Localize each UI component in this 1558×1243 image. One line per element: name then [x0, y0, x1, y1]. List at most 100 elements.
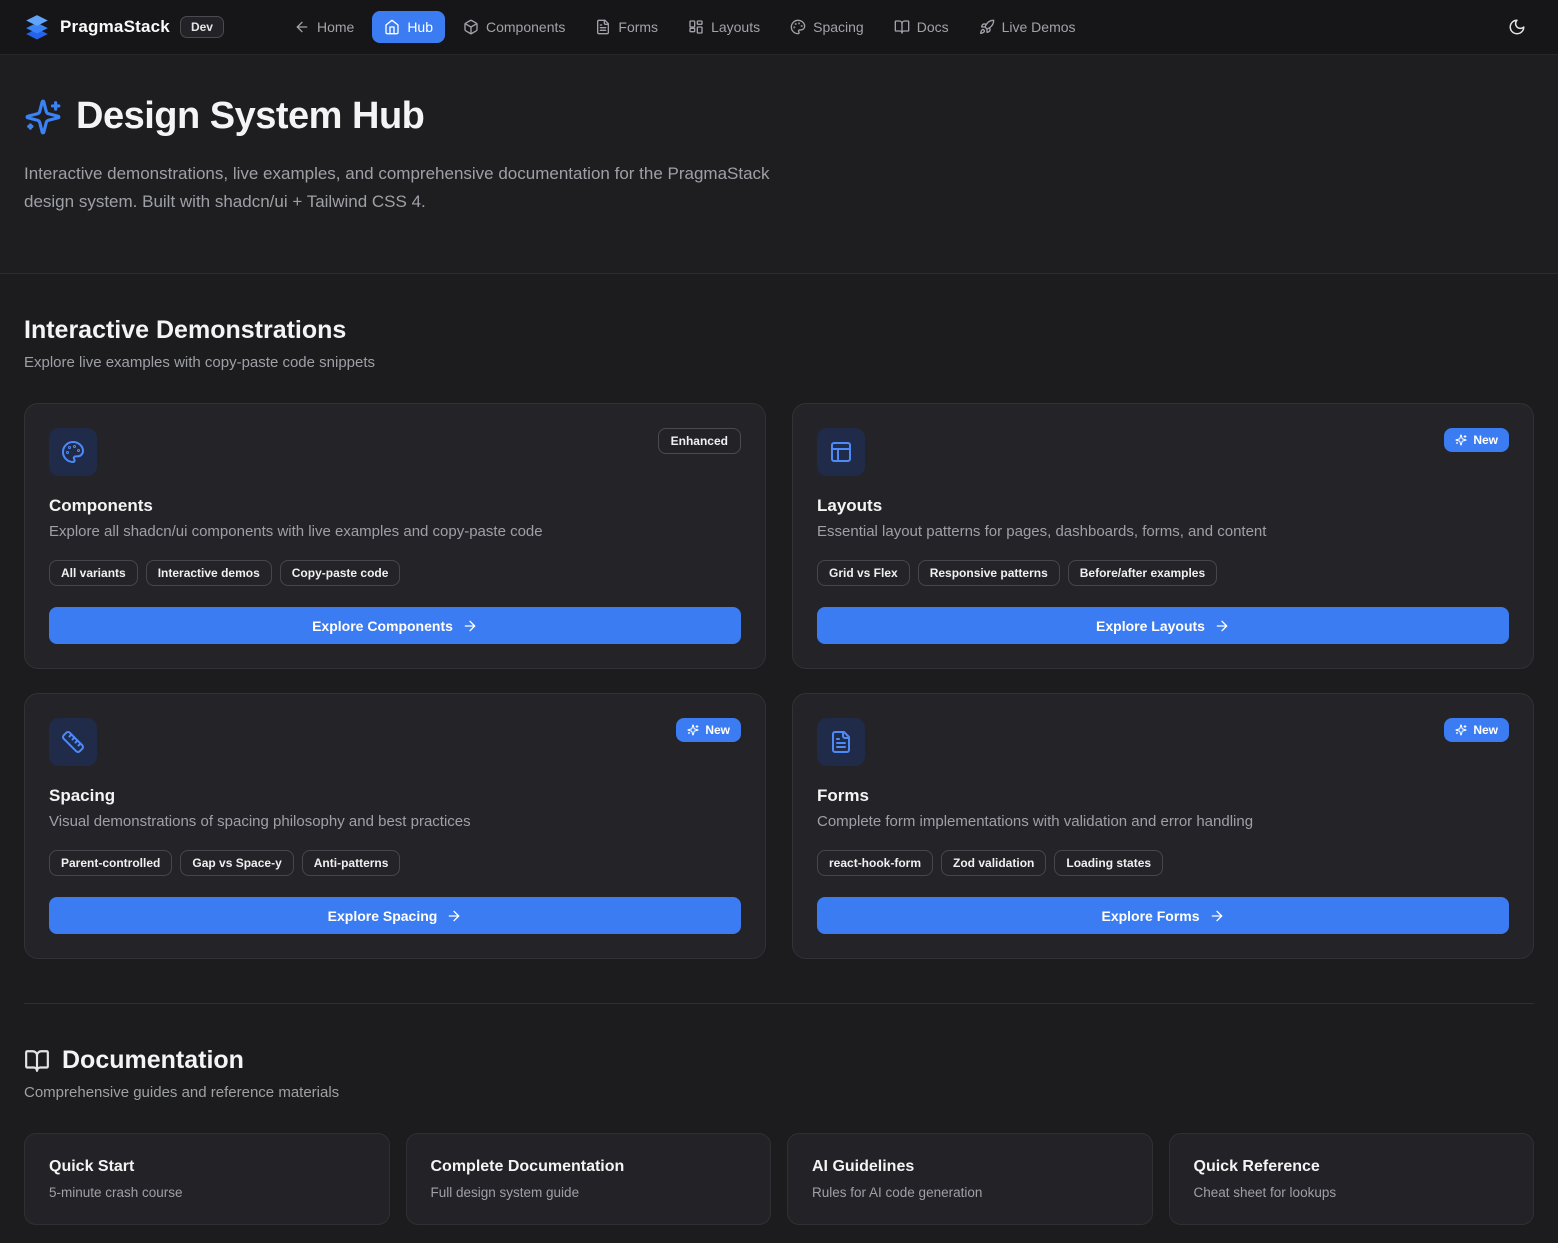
badge-label: New — [1473, 433, 1498, 447]
demo-card-components: Enhanced Components Explore all shadcn/u… — [24, 403, 766, 669]
tag-badge: Loading states — [1054, 850, 1163, 876]
arrow-right-icon — [1214, 618, 1230, 634]
tag-badge: Parent-controlled — [49, 850, 172, 876]
nav-item-label: Forms — [618, 19, 658, 35]
top-navbar: PragmaStack Dev Home Hub Components Form… — [0, 0, 1558, 55]
layout-grid-icon — [688, 19, 704, 35]
nav-item-components[interactable]: Components — [451, 11, 577, 43]
ruler-icon — [61, 730, 85, 754]
card-icon-box — [49, 428, 97, 476]
demo-card-spacing: New Spacing Visual demonstrations of spa… — [24, 693, 766, 959]
button-label: Explore Layouts — [1096, 618, 1205, 634]
nav-item-label: Layouts — [711, 19, 760, 35]
arrow-right-icon — [1209, 908, 1225, 924]
palette-icon — [790, 19, 806, 35]
doc-card-description: Rules for AI code generation — [812, 1185, 1128, 1200]
tag-badge: Interactive demos — [146, 560, 272, 586]
card-icon-box — [817, 718, 865, 766]
sparkles-icon — [1455, 434, 1467, 446]
doc-card-description: Cheat sheet for lookups — [1194, 1185, 1510, 1200]
nav-item-forms[interactable]: Forms — [583, 11, 670, 43]
nav-item-label: Components — [486, 19, 565, 35]
card-description: Complete form implementations with valid… — [817, 813, 1509, 830]
brand[interactable]: PragmaStack Dev — [24, 14, 224, 40]
docs-section-title: Documentation — [24, 1046, 1534, 1075]
sparkles-icon — [24, 98, 62, 136]
tag-badge: Anti-patterns — [302, 850, 401, 876]
doc-card-title: AI Guidelines — [812, 1158, 1128, 1176]
card-title: Layouts — [817, 496, 1509, 516]
tag-badge: All variants — [49, 560, 138, 586]
doc-card-quick-reference[interactable]: Quick Reference Cheat sheet for lookups — [1169, 1133, 1535, 1225]
panels-top-left-icon — [829, 440, 853, 464]
nav-item-home[interactable]: Home — [282, 11, 366, 43]
explore-layouts-button[interactable]: Explore Layouts — [817, 607, 1509, 644]
doc-card-title: Complete Documentation — [431, 1158, 747, 1176]
explore-components-button[interactable]: Explore Components — [49, 607, 741, 644]
doc-card-grid: Quick Start 5-minute crash course Comple… — [24, 1133, 1534, 1225]
tag-badge: Grid vs Flex — [817, 560, 910, 586]
nav-item-label: Home — [317, 19, 354, 35]
card-description: Explore all shadcn/ui components with li… — [49, 523, 741, 540]
doc-card-quick-start[interactable]: Quick Start 5-minute crash course — [24, 1133, 390, 1225]
nav-item-label: Live Demos — [1002, 19, 1076, 35]
button-label: Explore Spacing — [328, 908, 438, 924]
hero-section: Design System Hub Interactive demonstrat… — [0, 55, 1558, 274]
section-divider — [24, 1003, 1534, 1004]
nav-item-hub[interactable]: Hub — [372, 11, 445, 43]
layers-logo-icon — [24, 14, 50, 40]
env-badge: Dev — [180, 16, 224, 38]
demo-card-forms: New Forms Complete form implementations … — [792, 693, 1534, 959]
badge-label: New — [705, 723, 730, 737]
nav-item-live-demos[interactable]: Live Demos — [967, 11, 1088, 43]
main-nav: Home Hub Components Forms Layouts Spacin… — [282, 11, 1088, 43]
nav-item-label: Hub — [407, 19, 433, 35]
arrow-right-icon — [446, 908, 462, 924]
card-title: Forms — [817, 786, 1509, 806]
new-badge: New — [676, 718, 741, 742]
badge-label: New — [1473, 723, 1498, 737]
page-subtitle: Interactive demonstrations, live example… — [24, 160, 774, 215]
nav-item-label: Spacing — [813, 19, 864, 35]
explore-spacing-button[interactable]: Explore Spacing — [49, 897, 741, 934]
rocket-icon — [979, 19, 995, 35]
file-text-icon — [595, 19, 611, 35]
book-open-icon — [894, 19, 910, 35]
tag-badge: Gap vs Space-y — [180, 850, 293, 876]
theme-toggle-button[interactable] — [1500, 10, 1534, 44]
tag-badge: Copy-paste code — [280, 560, 401, 586]
demos-section-title: Interactive Demonstrations — [24, 316, 1534, 345]
doc-card-description: 5-minute crash course — [49, 1185, 365, 1200]
doc-card-title: Quick Start — [49, 1158, 365, 1176]
file-text-icon — [829, 730, 853, 754]
docs-heading-text: Documentation — [62, 1046, 244, 1075]
package-icon — [463, 19, 479, 35]
home-icon — [384, 19, 400, 35]
doc-card-title: Quick Reference — [1194, 1158, 1510, 1176]
page-title: Design System Hub — [76, 95, 424, 138]
explore-forms-button[interactable]: Explore Forms — [817, 897, 1509, 934]
moon-icon — [1508, 18, 1526, 36]
enhanced-badge: Enhanced — [658, 428, 741, 454]
tag-badge: react-hook-form — [817, 850, 933, 876]
new-badge: New — [1444, 428, 1509, 452]
card-title: Spacing — [49, 786, 741, 806]
tag-badge: Responsive patterns — [918, 560, 1060, 586]
arrow-left-icon — [294, 19, 310, 35]
book-open-icon — [24, 1048, 50, 1074]
nav-item-spacing[interactable]: Spacing — [778, 11, 876, 43]
doc-card-description: Full design system guide — [431, 1185, 747, 1200]
card-description: Essential layout patterns for pages, das… — [817, 523, 1509, 540]
demos-section-subtitle: Explore live examples with copy-paste co… — [24, 354, 1534, 371]
card-icon-box — [817, 428, 865, 476]
doc-card-ai-guidelines[interactable]: AI Guidelines Rules for AI code generati… — [787, 1133, 1153, 1225]
demo-card-grid: Enhanced Components Explore all shadcn/u… — [24, 403, 1534, 959]
brand-name: PragmaStack — [60, 17, 170, 37]
doc-card-complete-documentation[interactable]: Complete Documentation Full design syste… — [406, 1133, 772, 1225]
nav-item-layouts[interactable]: Layouts — [676, 11, 772, 43]
arrow-right-icon — [462, 618, 478, 634]
tag-badge: Before/after examples — [1068, 560, 1217, 586]
button-label: Explore Components — [312, 618, 453, 634]
button-label: Explore Forms — [1101, 908, 1199, 924]
nav-item-docs[interactable]: Docs — [882, 11, 961, 43]
